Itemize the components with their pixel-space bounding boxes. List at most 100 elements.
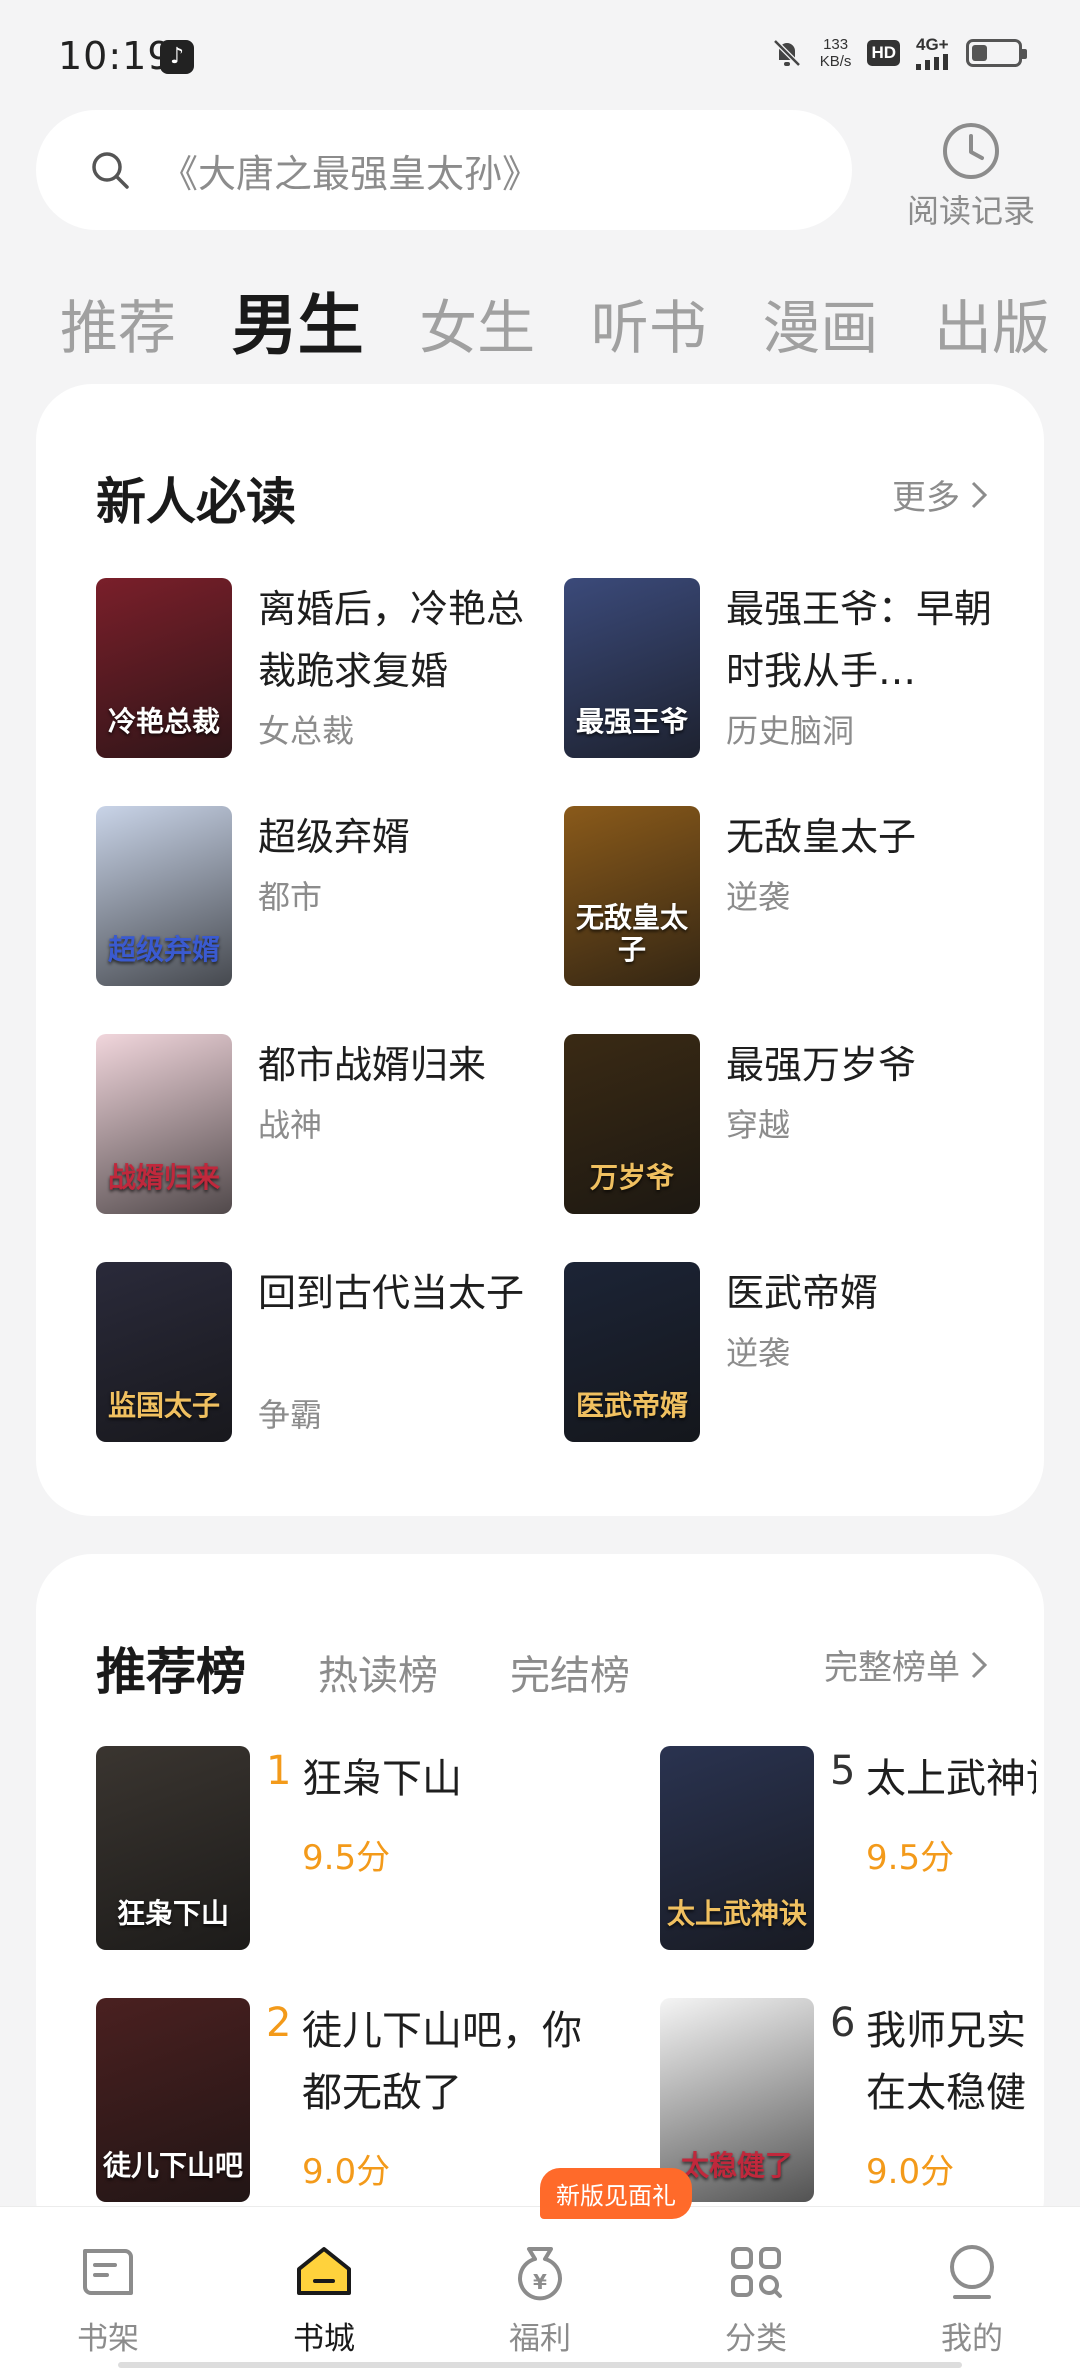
book-item[interactable]: 冷艳总裁 离婚后，冷艳总裁跪求复婚 女总裁: [96, 578, 556, 758]
search-icon: [92, 152, 129, 189]
ranking-item[interactable]: 太稳健了 6 我师兄实在太稳健了 9.0分: [660, 1998, 1044, 2208]
tab-recommend-rank[interactable]: 推荐榜: [94, 1632, 248, 1704]
battery-icon: [966, 39, 1027, 67]
full-ranking-label: 完整榜单: [824, 1648, 960, 1688]
book-item[interactable]: 超级弃婿 超级弃婿 都市: [96, 806, 556, 986]
book-title: 超级弃婿: [258, 815, 411, 859]
rank-number: 5: [830, 1748, 856, 1794]
book-tag: 逆袭: [726, 1334, 791, 1372]
nav-label: 分类: [725, 2321, 787, 2357]
hd-badge: HD: [867, 40, 900, 66]
ranking-section: 推荐榜 热读榜 完结榜 完整榜单 狂枭下山 1 狂枭下山 9.5分 太上武神诀 …: [36, 1554, 1044, 2254]
book-cover: 狂枭下山: [96, 1746, 250, 1950]
tab-publishing[interactable]: 出版: [934, 281, 1050, 365]
cover-title: 万岁爷: [589, 1161, 674, 1194]
cover-title: 狂枭下山: [116, 1897, 229, 1930]
book-item[interactable]: 监国太子 回到古代当太子 争霸: [96, 1262, 556, 1442]
book-item[interactable]: 战婿归来 都市战婿归来 战神: [96, 1034, 556, 1214]
signal-bars-icon: [916, 54, 948, 70]
tab-label: 推荐榜: [96, 1643, 246, 1701]
book-item[interactable]: 最强王爷 最强王爷：早朝时我从手… 历史脑洞: [564, 578, 1024, 758]
mute-bell-icon: [772, 39, 801, 67]
nav-label: 福利: [509, 2321, 571, 2357]
book-title: 回到古代当太子: [258, 1271, 525, 1315]
network-type: 4G+: [916, 35, 949, 54]
more-label: 更多: [892, 478, 960, 518]
reading-history-button[interactable]: 阅读记录: [896, 120, 1046, 230]
tab-finished-rank[interactable]: 完结榜: [510, 1643, 630, 1701]
tab-female[interactable]: 女生: [419, 281, 535, 365]
cover-title: 冷艳总裁: [107, 705, 220, 738]
cover-title: 战婿归来: [107, 1161, 220, 1194]
chevron-right-icon: [971, 1651, 988, 1678]
network-speed: 133 KB/s: [820, 36, 852, 70]
cover-title: 最强王爷: [575, 705, 688, 738]
book-cover: 冷艳总裁: [96, 578, 232, 758]
book-cover: 无敌皇太子: [564, 806, 700, 986]
book-score: 9.5分: [866, 1838, 955, 1878]
nav-bookshelf[interactable]: 书架: [0, 2207, 216, 2376]
book-score: 9.0分: [866, 2152, 955, 2192]
ranking-tabs: 推荐榜 热读榜 完结榜: [94, 1632, 630, 1704]
reading-history-label: 阅读记录: [906, 192, 1035, 230]
tab-recommend[interactable]: 推荐: [60, 281, 176, 365]
cover-title: 医武帝婿: [575, 1389, 688, 1422]
rank-number: 6: [830, 2000, 856, 2046]
promo-badge[interactable]: 新版见面礼: [540, 2168, 692, 2219]
bottom-nav: 书架 书城 ¥ 福利 分类 我的: [0, 2206, 1080, 2376]
nav-label: 我的: [941, 2321, 1003, 2357]
book-tag: 战神: [258, 1106, 323, 1144]
bookshelf-icon: [83, 2249, 133, 2295]
book-title: 我师兄实在太稳健了: [866, 2008, 1026, 2116]
book-title: 都市战婿归来: [258, 1043, 487, 1087]
full-ranking-link[interactable]: 完整榜单: [824, 1640, 988, 1689]
book-cover: 超级弃婿: [96, 806, 232, 986]
book-cover: 徒儿下山吧: [96, 1998, 250, 2202]
book-title: 无敌皇太子: [726, 815, 917, 859]
signal-indicator: 4G+: [916, 36, 950, 70]
book-title: 最强万岁爷: [726, 1043, 917, 1087]
book-tag: 历史脑洞: [726, 712, 855, 750]
cover-title: 超级弃婿: [107, 933, 220, 966]
chevron-right-icon: [971, 481, 988, 508]
tab-male[interactable]: 男生: [232, 272, 364, 368]
cover-title: 太上武神诀: [666, 1897, 807, 1930]
profile-icon: [950, 2245, 994, 2299]
section-title: 新人必读: [96, 473, 296, 531]
cover-title: 监国太子: [107, 1389, 220, 1422]
book-item[interactable]: 万岁爷 最强万岁爷 穿越: [564, 1034, 1024, 1214]
book-title: 狂枭下山: [302, 1756, 462, 1802]
nav-label: 书架: [77, 2321, 139, 2357]
status-bar: 10:19 ♪ 133 KB/s HD 4G+: [0, 0, 1080, 110]
tab-comic[interactable]: 漫画: [762, 281, 878, 365]
nav-bookstore[interactable]: 书城: [216, 2207, 432, 2376]
book-cover: 万岁爷: [564, 1034, 700, 1214]
book-tag: 逆袭: [726, 878, 791, 916]
clock-icon: [943, 123, 999, 179]
book-title: 太上武神诀: [866, 1756, 1036, 1802]
book-tag: 都市: [258, 878, 323, 916]
bookstore-icon: [297, 2247, 351, 2295]
battery-level: [972, 45, 988, 61]
book-cover: 战婿归来: [96, 1034, 232, 1214]
book-cover: 太上武神诀: [660, 1746, 814, 1950]
more-link[interactable]: 更多: [892, 470, 988, 519]
book-item[interactable]: 无敌皇太子 无敌皇太子 逆袭: [564, 806, 1024, 986]
rank-number: 2: [266, 2000, 292, 2046]
nav-welfare[interactable]: ¥ 福利: [432, 2207, 648, 2376]
book-title: 离婚后，冷艳总裁跪求复婚: [258, 587, 525, 693]
category-icon: [731, 2247, 782, 2298]
nav-category[interactable]: 分类: [648, 2207, 864, 2376]
ranking-item[interactable]: 狂枭下山 1 狂枭下山 9.5分: [96, 1746, 656, 1956]
book-item[interactable]: 医武帝婿 医武帝婿 逆袭: [564, 1262, 1024, 1442]
book-title: 徒儿下山吧，你都无敌了: [302, 2008, 582, 2116]
svg-text:¥: ¥: [533, 2270, 547, 2294]
nav-profile[interactable]: 我的: [864, 2207, 1080, 2376]
ranking-item[interactable]: 太上武神诀 5 太上武神诀 9.5分: [660, 1746, 1044, 1956]
cover-title: 无敌皇太子: [575, 901, 688, 966]
status-time: 10:19: [58, 34, 173, 78]
tab-audiobook[interactable]: 听书: [591, 281, 707, 365]
tab-hot-rank[interactable]: 热读榜: [318, 1643, 438, 1701]
book-cover: 医武帝婿: [564, 1262, 700, 1442]
search-bar[interactable]: 《大唐之最强皇太孙》: [36, 110, 852, 230]
